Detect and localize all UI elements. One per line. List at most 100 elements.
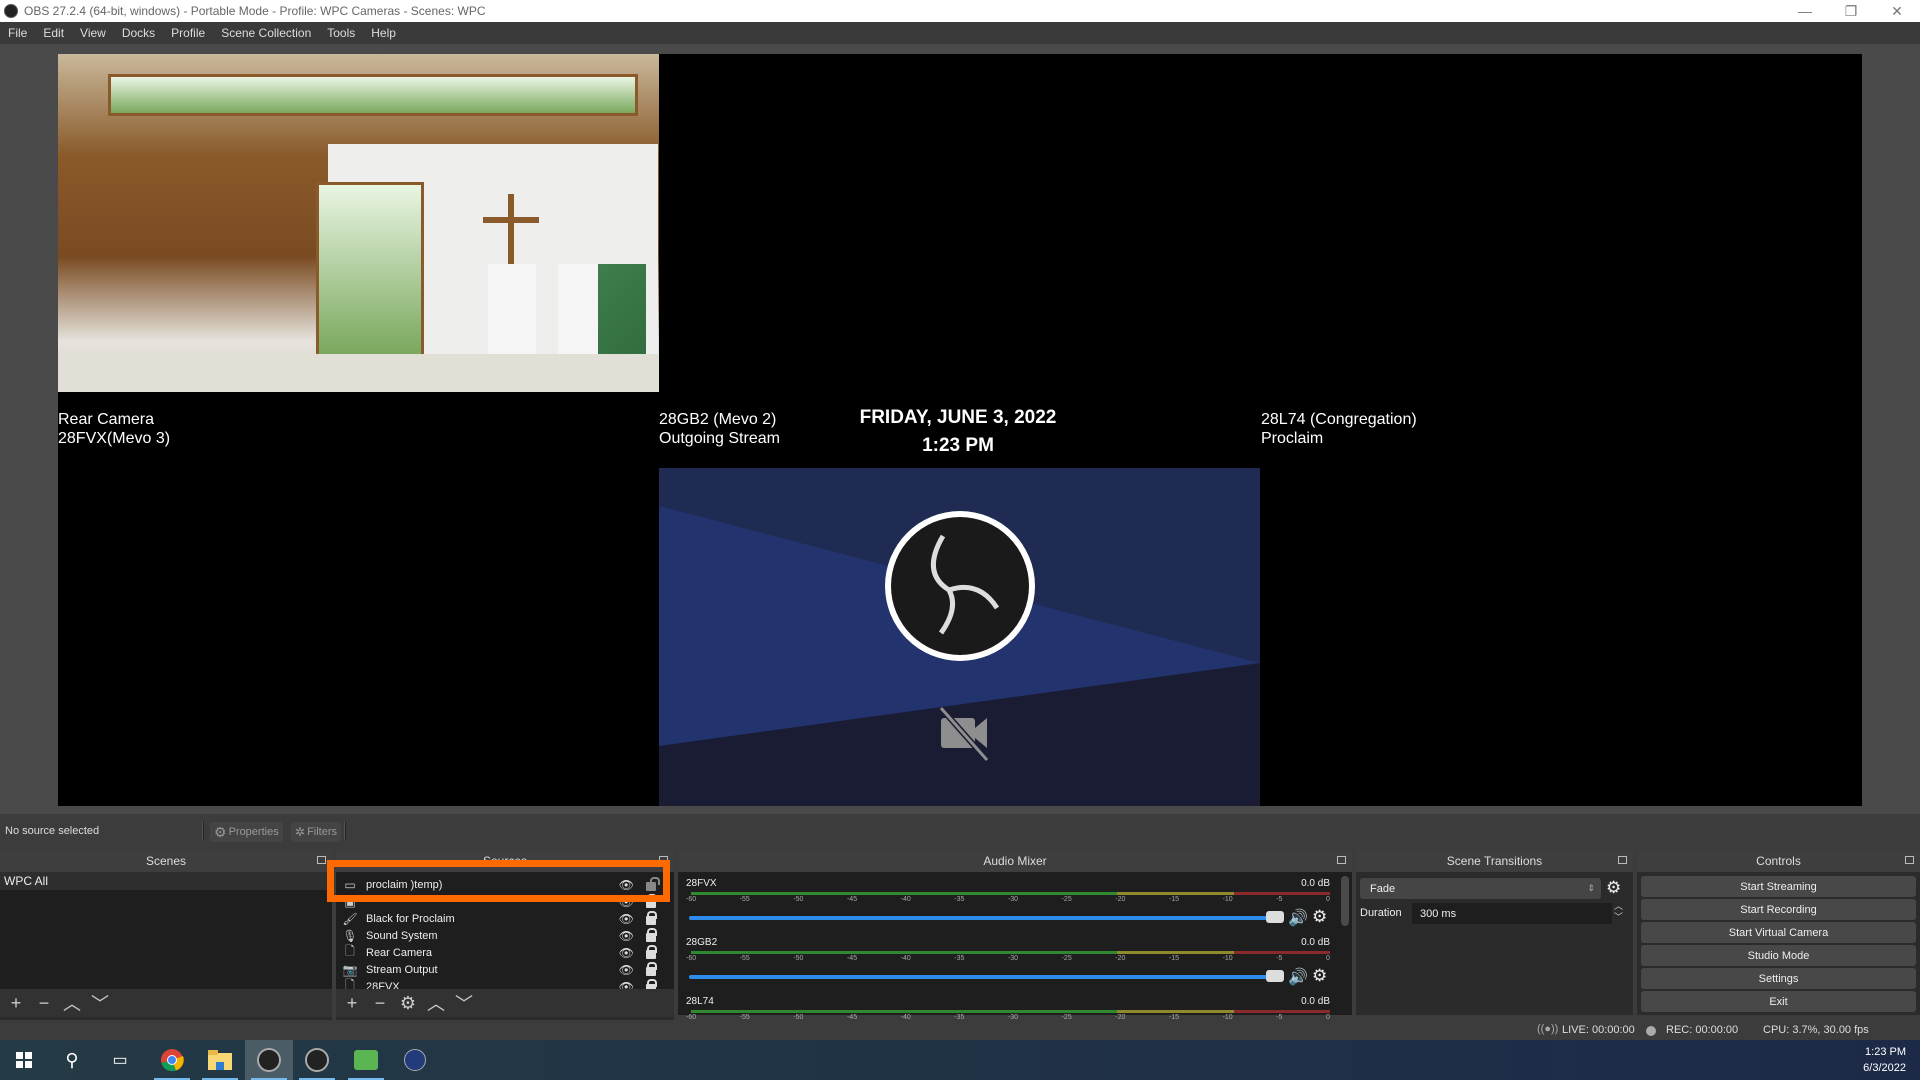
stream-output-placeholder	[659, 468, 1260, 806]
visibility-eye-icon[interactable]: 👁	[619, 946, 634, 960]
date-text: FRIDAY, JUNE 3, 2022	[859, 407, 1057, 428]
rec-timer: REC: 00:00:00	[1666, 1024, 1739, 1036]
audio-mixer-dock: Audio Mixer 28FVX 0.0 dB -60 -55 -50 -45 -40 -3…	[678, 850, 1352, 1021]
filters-button[interactable]: ✲ Filters	[291, 822, 342, 842]
speaker-icon[interactable]: 🔊	[1288, 967, 1308, 987]
sources-dock: Sources ▭ proclaim )temp) 👁 ▣ 👁 🖌 Black for …	[336, 850, 674, 1020]
lock-icon[interactable]	[646, 945, 657, 959]
settings-button[interactable]: Settings	[1641, 968, 1916, 989]
visibility-eye-icon[interactable]: 👁	[619, 878, 634, 892]
live-timer: LIVE: 00:00:00	[1562, 1024, 1635, 1036]
gear-icon: ⚙	[214, 823, 227, 840]
source-item[interactable]: ▭ proclaim )temp) 👁	[336, 876, 674, 893]
float-dock-icon[interactable]	[659, 856, 668, 864]
menu-view[interactable]: View	[72, 26, 114, 40]
volume-slider[interactable]	[689, 916, 1279, 920]
source-item[interactable]: 📷 Stream Output 👁	[336, 961, 674, 978]
start-streaming-button[interactable]: Start Streaming	[1641, 876, 1916, 897]
channel-name: 28L74	[686, 996, 714, 1007]
unlock-icon[interactable]	[646, 877, 660, 891]
menu-tools[interactable]: Tools	[319, 26, 363, 40]
gear-icon[interactable]: ⚙	[1312, 966, 1327, 986]
lock-icon[interactable]	[646, 962, 657, 976]
volume-slider-handle[interactable]	[1266, 970, 1284, 982]
transition-settings-gear-icon[interactable]: ⚙	[1606, 878, 1621, 898]
meter-ticks: -60 -55 -50 -45 -40 -35 -30 -25 -20 -15 -10 -5 0	[686, 896, 1330, 908]
windows-taskbar: ⚲ ▭ 1:23 PM 6/3/2022	[0, 1040, 1920, 1080]
menu-docks[interactable]: Docks	[114, 26, 163, 40]
audio-mixer-title: Audio Mixer	[983, 854, 1047, 868]
taskbar-messages[interactable]	[342, 1040, 390, 1080]
menu-edit[interactable]: Edit	[35, 26, 72, 40]
properties-button[interactable]: ⚙ Properties	[210, 822, 283, 842]
system-clock[interactable]: 1:23 PM 6/3/2022	[1863, 1044, 1906, 1076]
add-scene-button[interactable]: +	[6, 993, 26, 1014]
remove-scene-button[interactable]: −	[34, 993, 54, 1014]
taskbar-chrome[interactable]	[148, 1040, 196, 1080]
tick-label: -15	[1168, 955, 1180, 962]
taskbar-obs-active[interactable]	[245, 1040, 293, 1080]
preview-canvas[interactable]: Rear Camera 28FVX(Mevo 3) 28GB2 (Mevo 2)…	[58, 54, 1862, 806]
menu-scene-collection[interactable]: Scene Collection	[213, 26, 319, 40]
start-virtual-camera-button[interactable]: Start Virtual Camera	[1641, 922, 1916, 943]
source-item[interactable]: ▣ 👁	[336, 893, 674, 910]
tick-label: -45	[846, 896, 858, 903]
source-properties-button[interactable]: ⚙	[398, 993, 418, 1014]
windows-logo-icon	[16, 1052, 32, 1068]
menu-file[interactable]: File	[0, 26, 35, 40]
search-icon: ⚲	[65, 1049, 79, 1070]
float-dock-icon[interactable]	[317, 856, 326, 864]
start-button[interactable]	[0, 1040, 48, 1080]
preview-area: Rear Camera 28FVX(Mevo 3) 28GB2 (Mevo 2)…	[0, 44, 1920, 814]
move-source-down-button[interactable]: ﹀	[454, 990, 474, 1016]
float-dock-icon[interactable]	[1618, 856, 1627, 864]
studio-mode-button[interactable]: Studio Mode	[1641, 945, 1916, 966]
move-scene-up-button[interactable]: ︿	[62, 990, 82, 1016]
visibility-eye-icon[interactable]: 👁	[619, 895, 634, 909]
visibility-eye-icon[interactable]: 👁	[619, 912, 634, 926]
taskbar-keypad-app[interactable]	[391, 1040, 439, 1080]
speaker-icon[interactable]: 🔊	[1288, 908, 1308, 928]
duration-input[interactable]: 300 ms	[1412, 903, 1612, 924]
source-item[interactable]: 🎙 Sound System 👁	[336, 927, 674, 944]
menu-help[interactable]: Help	[363, 26, 404, 40]
lock-icon[interactable]	[646, 894, 657, 908]
visibility-eye-icon[interactable]: 👁	[619, 963, 634, 977]
search-button[interactable]: ⚲	[48, 1040, 96, 1080]
lock-icon[interactable]	[646, 928, 657, 942]
move-source-up-button[interactable]: ︿	[426, 990, 446, 1016]
mixer-scrollbar[interactable]	[1341, 876, 1349, 926]
menu-profile[interactable]: Profile	[163, 26, 213, 40]
source-item[interactable]: 🖌 Black for Proclaim 👁	[336, 910, 674, 927]
add-source-button[interactable]: +	[342, 993, 362, 1014]
source-item[interactable]: 🗋 Rear Camera 👁	[336, 944, 674, 961]
minimize-button[interactable]: —	[1782, 0, 1828, 22]
scene-item[interactable]: WPC All	[0, 872, 332, 890]
scenes-title: Scenes	[145, 854, 187, 868]
gear-icon[interactable]: ⚙	[1312, 907, 1327, 927]
task-view-icon: ▭	[112, 1052, 128, 1069]
restore-button[interactable]: ❐	[1828, 0, 1874, 22]
channel-db: 0.0 dB	[1301, 878, 1330, 889]
duration-spinner-icon[interactable]: ︿ ﹀	[1614, 901, 1623, 923]
brush-icon: 🖌	[342, 911, 358, 926]
visibility-eye-icon[interactable]: 👁	[619, 929, 634, 943]
exit-button[interactable]: Exit	[1641, 991, 1916, 1012]
volume-slider[interactable]	[689, 975, 1279, 979]
tick-label: -10	[1222, 955, 1233, 962]
lock-icon[interactable]	[646, 911, 657, 925]
tick-label: -5	[1276, 955, 1283, 962]
float-dock-icon[interactable]	[1905, 856, 1914, 864]
taskbar-obs[interactable]	[293, 1040, 341, 1080]
taskbar-file-explorer[interactable]	[196, 1040, 244, 1080]
remove-source-button[interactable]: −	[370, 993, 390, 1014]
volume-slider-handle[interactable]	[1266, 911, 1284, 923]
task-view-button[interactable]: ▭	[96, 1040, 144, 1080]
float-dock-icon[interactable]	[1337, 856, 1346, 864]
start-recording-button[interactable]: Start Recording	[1641, 899, 1916, 920]
close-button[interactable]: ✕	[1874, 0, 1920, 22]
meter-ticks: -60 -55 -50 -45 -40 -35 -30 -25 -20 -15 -10 -5 0	[686, 955, 1330, 967]
transition-select[interactable]: Fade ⇕	[1360, 878, 1601, 899]
move-scene-down-button[interactable]: ﹀	[90, 990, 110, 1016]
scenes-dock: Scenes WPC All + − ︿ ﹀	[0, 850, 332, 1020]
